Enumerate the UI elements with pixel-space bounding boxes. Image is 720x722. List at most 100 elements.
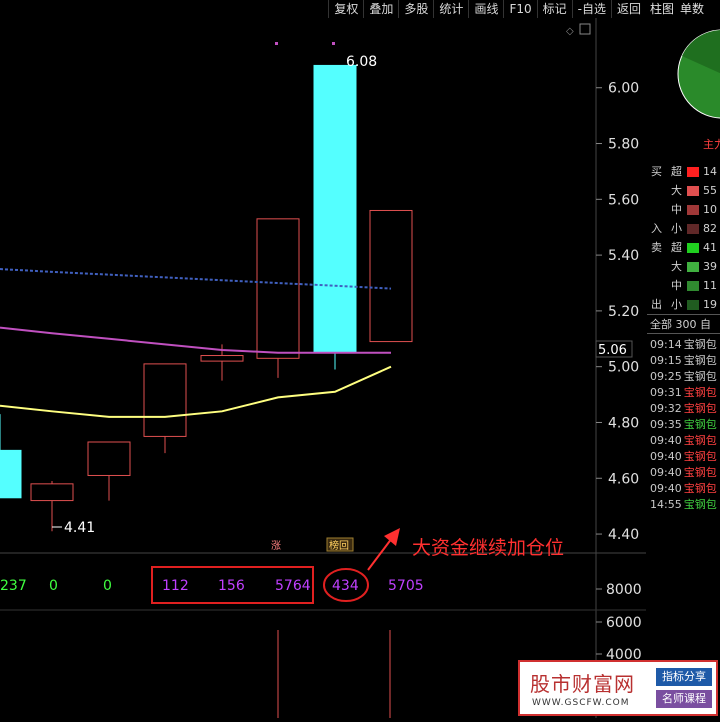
remove-watchlist-button[interactable]: -自选 <box>571 0 611 18</box>
kline-chart[interactable]: 6.00 5.80 5.60 5.40 5.20 5.00 4.80 4.60 4.40 5.0… <box>0 18 646 718</box>
multi-stock-button[interactable]: 多股 <box>398 0 433 18</box>
price-axis: 6.00 5.80 5.60 5.40 5.20 5.00 4.80 4.60 4.40 <box>596 81 639 543</box>
trade-row[interactable]: 09:15 宝钢包 <box>650 353 720 369</box>
price-tick-label: 6.00 <box>608 81 639 97</box>
capital-flow-panel: 主力 买超 14 大 55 中 10 入小 82 卖超 41 大 39 中 11 出小 19 全部 300 自… <box>647 18 720 718</box>
trade-row[interactable]: 09:32 宝钢包 <box>650 401 720 417</box>
signal-dot <box>275 42 278 45</box>
tab-bar-chart[interactable]: 柱图 <box>647 0 677 18</box>
indicator-value: 5764 <box>275 578 311 594</box>
flow-side-label: 出 <box>651 298 662 311</box>
price-tick-label: 5.20 <box>608 304 639 320</box>
candle-body <box>369 209 413 343</box>
candle-body <box>87 441 131 476</box>
flow-row: 大 39 <box>647 259 720 275</box>
trade-row[interactable]: 09:40 宝钢包 <box>650 449 720 465</box>
indicator-value: 434 <box>332 578 359 594</box>
trade-row[interactable]: 09:40 宝钢包 <box>650 481 720 497</box>
ma-yellow-line <box>0 365 392 418</box>
trade-stock-name: 宝钢包 <box>683 466 717 479</box>
trade-row[interactable]: 09:25 宝钢包 <box>650 369 720 385</box>
back-button[interactable]: 返回 <box>610 0 646 18</box>
flow-size-label: 小 <box>671 222 682 235</box>
trade-time: 09:40 <box>650 482 682 495</box>
flow-value: 39 <box>703 260 717 273</box>
high-label: 6.08 <box>346 54 377 70</box>
annotation-arrow-head <box>384 528 400 546</box>
indicator-value: 156 <box>218 578 245 594</box>
restore-rights-button[interactable]: 复权 <box>328 0 363 18</box>
trade-time: 09:40 <box>650 434 682 447</box>
trade-time: 09:14 <box>650 338 682 351</box>
flow-color-swatch <box>687 224 699 234</box>
tab-order-count[interactable]: 单数 <box>677 0 707 18</box>
side-tabs: 柱图 单数 <box>647 0 720 18</box>
trade-stock-name: 宝钢包 <box>683 354 717 367</box>
top-toolbar: 复权 叠加 多股 统计 画线 F10 标记 -自选 返回 <box>0 0 646 18</box>
indicator-value: 237 <box>0 578 27 594</box>
candle-body <box>0 449 22 499</box>
mark-button[interactable]: 标记 <box>536 0 572 18</box>
flow-row: 中 10 <box>647 202 720 218</box>
price-tick-label: 4.80 <box>608 415 639 431</box>
candle-body <box>30 483 74 502</box>
trade-time: 09:40 <box>650 466 682 479</box>
f10-button[interactable]: F10 <box>503 0 536 18</box>
flow-size-label: 超 <box>671 165 682 178</box>
trade-time: 09:15 <box>650 354 682 367</box>
trade-stock-name: 宝钢包 <box>683 370 717 383</box>
flow-value: 55 <box>703 184 717 197</box>
trade-row[interactable]: 09:35 宝钢包 <box>650 417 720 433</box>
price-tick-label: 4.60 <box>608 471 639 487</box>
trade-row[interactable]: 09:31 宝钢包 <box>650 385 720 401</box>
flow-color-swatch <box>687 281 699 291</box>
flow-color-swatch <box>687 205 699 215</box>
price-tick-label: 5.40 <box>608 248 639 264</box>
trade-time: 09:31 <box>650 386 682 399</box>
trade-row[interactable]: 09:14 宝钢包 <box>650 337 720 353</box>
limit-up-badge: 涨 <box>271 540 281 552</box>
trade-stock-name: 宝钢包 <box>683 450 717 463</box>
indicator-value: 0 <box>103 578 112 594</box>
flow-row: 出小 19 <box>647 297 720 313</box>
trade-row[interactable]: 09:40 宝钢包 <box>650 433 720 449</box>
capital-pie: 主力 <box>677 29 720 151</box>
flow-color-swatch <box>687 167 699 177</box>
statistics-button[interactable]: 统计 <box>433 0 468 18</box>
flow-value: 14 <box>703 165 717 178</box>
watermark-url: WWW.GSCFW.COM <box>532 698 630 708</box>
maximize-icon[interactable] <box>579 23 591 35</box>
indicator-value: 5705 <box>388 578 424 594</box>
trade-row[interactable]: 09:40 宝钢包 <box>650 465 720 481</box>
indicator-value: 112 <box>162 578 189 594</box>
flow-row: 中 11 <box>647 278 720 294</box>
watermark-logo: 股市财富网 WWW.GSCFW.COM 指标分享 名师课程 <box>518 660 718 716</box>
indicator-pane: 237 0 0 112 156 5764 434 5705 800060004000 <box>0 578 642 663</box>
low-label: 4.41 <box>64 520 95 536</box>
trade-stock-name: 宝钢包 <box>683 338 717 351</box>
draw-line-button[interactable]: 画线 <box>468 0 503 18</box>
watermark-tag-indicator: 指标分享 <box>656 668 712 686</box>
trade-row[interactable]: 14:55 宝钢包 <box>650 497 720 513</box>
signal-dot <box>332 42 335 45</box>
flow-value: 41 <box>703 241 717 254</box>
indicator-axis-label: 8000 <box>606 582 642 598</box>
flow-value: 82 <box>703 222 717 235</box>
flow-size-label: 中 <box>671 279 682 292</box>
trade-stock-name: 宝钢包 <box>683 498 717 511</box>
annotation-arrow-shaft <box>367 537 393 571</box>
price-tick-label: 5.00 <box>608 360 639 376</box>
flow-color-swatch <box>687 243 699 253</box>
flow-size-label: 大 <box>671 184 682 197</box>
flow-side-label: 卖 <box>651 241 662 254</box>
trade-stock-name: 宝钢包 <box>683 482 717 495</box>
overlay-button[interactable]: 叠加 <box>363 0 398 18</box>
flow-row: 大 55 <box>647 183 720 199</box>
trade-stock-name: 宝钢包 <box>683 386 717 399</box>
flow-side-label: 入 <box>651 222 662 235</box>
trades-header[interactable]: 全部 300 自 <box>650 316 711 332</box>
diamond-icon[interactable]: ◇ <box>566 26 574 37</box>
flow-row: 卖超 41 <box>647 240 720 256</box>
flow-side-label: 买 <box>651 165 662 178</box>
flow-row: 入小 82 <box>647 221 720 237</box>
